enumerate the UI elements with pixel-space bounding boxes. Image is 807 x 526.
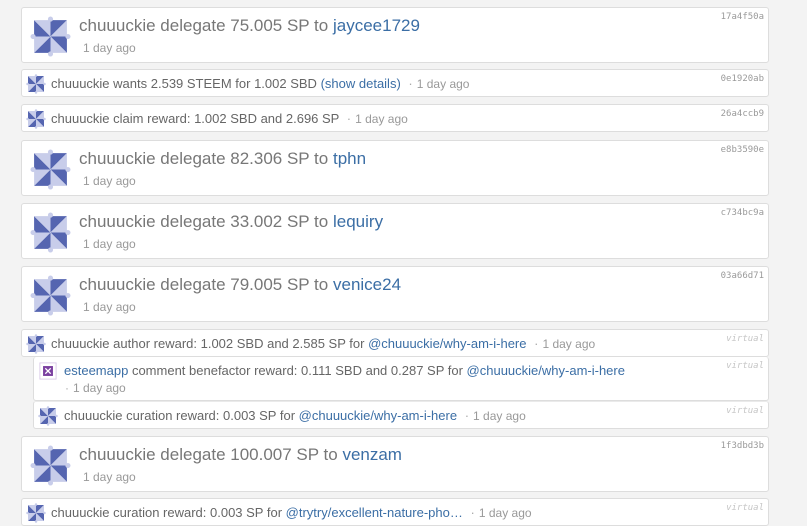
operation-card: chuuuckie delegate 79.005 SP to venice24… [21, 266, 769, 322]
timestamp: 1 day ago [473, 409, 526, 423]
tx-hash[interactable]: 1f3dbd3b [721, 441, 764, 451]
timestamp: 1 day ago [478, 506, 532, 520]
post-link[interactable]: @chuuuckie/why-am-i-here [368, 336, 526, 351]
avatar-icon[interactable] [30, 16, 71, 57]
avatar-icon[interactable] [26, 334, 46, 354]
operation-text: delegate 82.306 SP to [160, 149, 329, 168]
timestamp: 1 day ago [83, 174, 136, 188]
operation-text: comment benefactor reward: 0.111 SBD and… [131, 363, 463, 378]
operation-card: chuuuckie delegate 75.005 SP to jaycee17… [21, 7, 769, 63]
avatar-icon[interactable] [26, 503, 46, 523]
avatar-icon[interactable] [26, 74, 46, 94]
account-link[interactable]: jaycee1729 [333, 16, 420, 35]
avatar-icon[interactable] [30, 149, 71, 190]
account-link[interactable]: venice24 [333, 275, 401, 294]
operation-text: delegate 100.007 SP to [160, 445, 338, 464]
user-name[interactable]: chuuuckie [79, 212, 156, 231]
separator: · [65, 381, 69, 395]
operation-card: chuuuckie delegate 82.306 SP to tphn 1 d… [21, 140, 769, 196]
avatar-icon[interactable] [30, 275, 71, 316]
timestamp: 1 day ago [73, 381, 126, 395]
tx-hash[interactable]: 0e1920ab [721, 74, 764, 84]
timestamp: 1 day ago [83, 237, 136, 251]
timestamp: 1 day ago [416, 77, 470, 91]
post-link[interactable]: @trytry/excellent-nature-pho… [286, 505, 463, 520]
separator: · [534, 336, 539, 351]
timestamp: 1 day ago [355, 112, 408, 126]
user-name[interactable]: chuuuckie [64, 408, 123, 423]
user-name[interactable]: chuuuckie [51, 111, 110, 126]
user-name[interactable]: chuuuckie [79, 445, 156, 464]
avatar-icon[interactable] [30, 445, 71, 486]
timestamp: 1 day ago [83, 300, 136, 314]
user-name[interactable]: chuuuckie [79, 16, 156, 35]
operation-card: chuuuckie delegate 33.002 SP to lequiry … [21, 203, 769, 259]
operation-card: chuuuckie wants 2.539 STEEM for 1.002 SB… [21, 69, 769, 97]
separator: · [408, 76, 413, 91]
tx-hash: virtual [726, 334, 764, 344]
avatar-icon[interactable] [38, 406, 58, 426]
tx-hash: virtual [726, 503, 764, 513]
user-name[interactable]: chuuuckie [51, 336, 110, 351]
operation-card: esteemapp comment benefactor reward: 0.1… [33, 357, 769, 401]
account-link[interactable]: lequiry [333, 212, 383, 231]
operation-text: claim reward: 1.002 SBD and 2.696 SP [113, 111, 340, 126]
avatar-icon[interactable] [30, 212, 71, 253]
operation-text: delegate 79.005 SP to [160, 275, 329, 294]
timestamp: 1 day ago [83, 41, 136, 55]
operation-text: curation reward: 0.003 SP for [113, 505, 283, 520]
operation-text: author reward: 1.002 SBD and 2.585 SP fo… [113, 336, 365, 351]
user-name[interactable]: chuuuckie [51, 76, 110, 91]
user-name[interactable]: esteemapp [64, 363, 128, 378]
separator: · [464, 408, 470, 423]
tx-hash[interactable]: e8b3590e [721, 145, 764, 155]
account-link[interactable]: venzam [342, 445, 402, 464]
timestamp: 1 day ago [83, 470, 136, 484]
operation-card: chuuuckie claim reward: 1.002 SBD and 2.… [21, 104, 769, 132]
show-details-link[interactable]: (show details) [321, 76, 401, 91]
operation-card: chuuuckie delegate 100.007 SP to venzam … [21, 436, 769, 492]
user-name[interactable]: chuuuckie [79, 149, 156, 168]
user-name[interactable]: chuuuckie [79, 275, 156, 294]
separator: · [470, 505, 475, 520]
tx-hash: virtual [726, 406, 764, 416]
esteemapp-avatar-icon[interactable] [39, 362, 57, 380]
operation-text: wants 2.539 STEEM for 1.002 SBD [113, 76, 317, 91]
operation-card: chuuuckie author reward: 1.002 SBD and 2… [21, 329, 769, 357]
tx-hash[interactable]: 03a66d71 [721, 271, 764, 281]
avatar-icon[interactable] [26, 109, 46, 129]
operation-text: curation reward: 0.003 SP for [126, 408, 296, 423]
operation-card: chuuuckie curation reward: 0.003 SP for … [33, 401, 769, 429]
user-name[interactable]: chuuuckie [51, 505, 110, 520]
tx-hash: virtual [726, 361, 764, 371]
operation-text: delegate 75.005 SP to [160, 16, 329, 35]
account-link[interactable]: tphn [333, 149, 366, 168]
operation-text: delegate 33.002 SP to [160, 212, 329, 231]
separator: · [346, 111, 352, 126]
operation-card: chuuuckie curation reward: 0.003 SP for … [21, 498, 769, 526]
tx-hash[interactable]: 17a4f50a [721, 12, 764, 22]
post-link[interactable]: @chuuuckie/why-am-i-here [299, 408, 457, 423]
tx-hash[interactable]: c734bc9a [721, 208, 764, 218]
post-link[interactable]: @chuuuckie/why-am-i-here [467, 363, 625, 378]
timestamp: 1 day ago [542, 337, 596, 351]
tx-hash[interactable]: 26a4ccb9 [721, 109, 764, 119]
